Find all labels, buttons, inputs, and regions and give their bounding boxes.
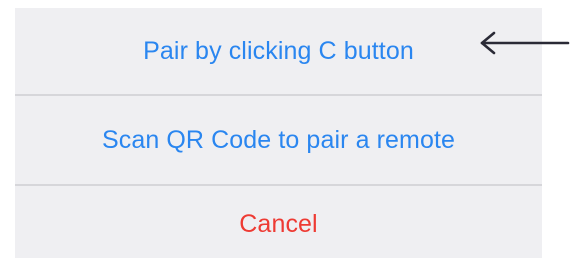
screenshot-canvas: Pair by clicking C button Scan QR Code t… — [0, 0, 576, 259]
action-sheet: Pair by clicking C button Scan QR Code t… — [15, 8, 542, 258]
scan-qr-code-option[interactable]: Scan QR Code to pair a remote — [15, 96, 542, 184]
cancel-button[interactable]: Cancel — [15, 186, 542, 259]
pair-by-c-button-option[interactable]: Pair by clicking C button — [15, 8, 542, 94]
left-arrow-icon — [480, 31, 570, 55]
